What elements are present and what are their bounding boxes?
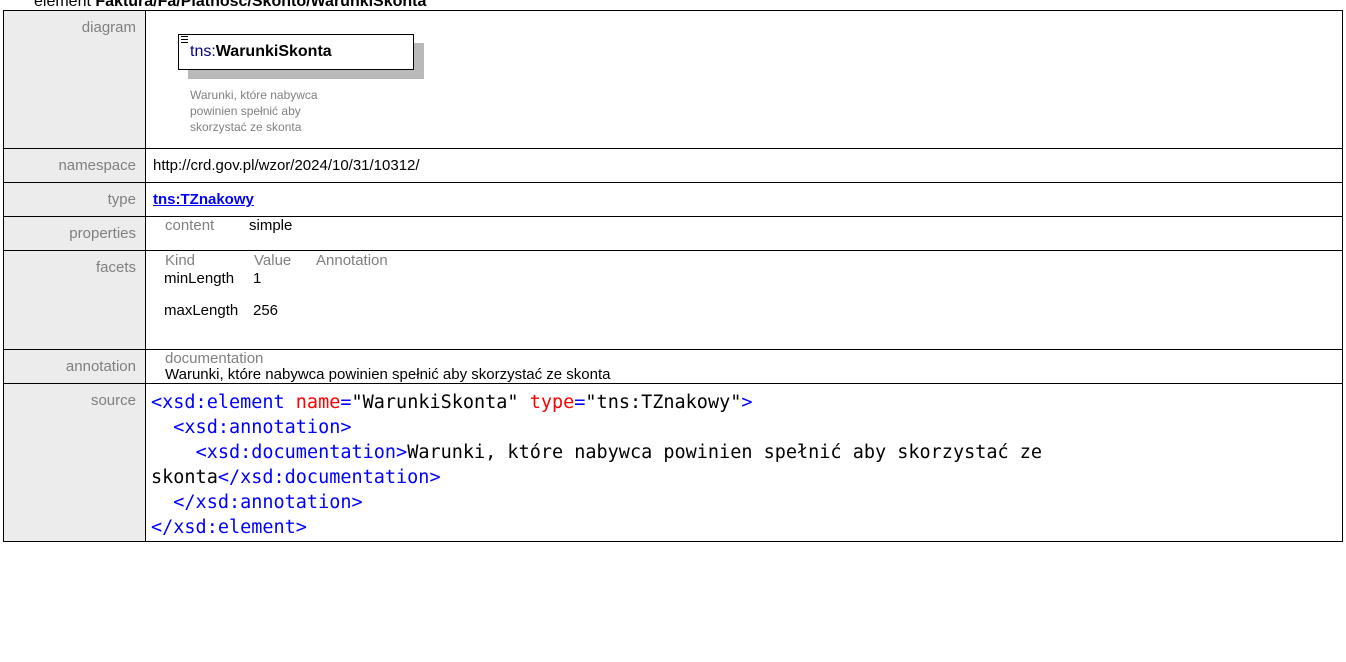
facet-header-value: Value bbox=[254, 252, 292, 269]
row-facets: facets Kind Value Annotation minLength 1 ma… bbox=[3, 250, 1343, 350]
row-type: type tns:TZnakowy bbox=[3, 182, 1343, 217]
diagram-name: WarunkiSkonta bbox=[215, 43, 332, 60]
facet-value: 256 bbox=[253, 302, 279, 319]
label-annotation: annotation bbox=[3, 349, 146, 384]
facet-row: minLength 1 bbox=[146, 270, 1342, 302]
label-namespace: namespace bbox=[3, 148, 146, 183]
facets-cell: Kind Value Annotation minLength 1 maxLength… bbox=[145, 250, 1343, 350]
facet-header-annotation: Annotation bbox=[316, 252, 388, 269]
element-heading: element Faktura/Fa/Platnosc/Skonto/Warun… bbox=[34, 0, 426, 10]
facet-header-kind: Kind bbox=[165, 252, 196, 269]
label-source: source bbox=[3, 383, 146, 542]
row-annotation: annotation documentation Warunki, które … bbox=[3, 349, 1343, 384]
facet-value: 1 bbox=[253, 270, 262, 287]
label-facets: facets bbox=[3, 250, 146, 350]
namespace-value: http://crd.gov.pl/wzor/2024/10/31/10312/ bbox=[145, 148, 1343, 183]
facet-kind: minLength bbox=[164, 270, 235, 287]
label-type: type bbox=[3, 182, 146, 217]
annotation-text: Warunki, które nabywca powinien spełnić … bbox=[165, 366, 611, 383]
property-key: content bbox=[165, 217, 215, 234]
facet-kind: maxLength bbox=[164, 302, 239, 319]
facets-header: Kind Value Annotation bbox=[146, 251, 1342, 270]
source-code: <xsd:element name="WarunkiSkonta" type="… bbox=[151, 392, 1054, 538]
type-link[interactable]: tns:TZnakowy bbox=[153, 191, 254, 208]
row-source: source <xsd:element name="WarunkiSkonta"… bbox=[3, 383, 1343, 542]
diagram-prefix: tns: bbox=[190, 43, 216, 60]
diagram-documentation: Warunki, które nabywca powinien spełnić … bbox=[190, 88, 318, 134]
properties-cell: content simple bbox=[145, 216, 1343, 251]
source-cell: <xsd:element name="WarunkiSkonta" type="… bbox=[145, 383, 1343, 542]
element-icon bbox=[181, 36, 188, 45]
diagram-element-name: tns:WarunkiSkonta bbox=[190, 43, 332, 61]
row-properties: properties content simple bbox=[3, 216, 1343, 251]
row-namespace: namespace http://crd.gov.pl/wzor/2024/10… bbox=[3, 148, 1343, 183]
heading-path: Faktura/Fa/Platnosc/Skonto/WarunkiSkonta bbox=[95, 0, 427, 10]
element-diagram-box[interactable]: tns:WarunkiSkonta bbox=[178, 34, 414, 70]
label-properties: properties bbox=[3, 216, 146, 251]
annotation-kind: documentation bbox=[165, 350, 264, 367]
annotation-cell: documentation Warunki, które nabywca pow… bbox=[145, 349, 1343, 384]
property-value: simple bbox=[249, 217, 293, 234]
label-diagram: diagram bbox=[3, 10, 146, 149]
heading-prefix: element bbox=[34, 0, 96, 10]
facet-row: maxLength 256 bbox=[146, 302, 1342, 320]
